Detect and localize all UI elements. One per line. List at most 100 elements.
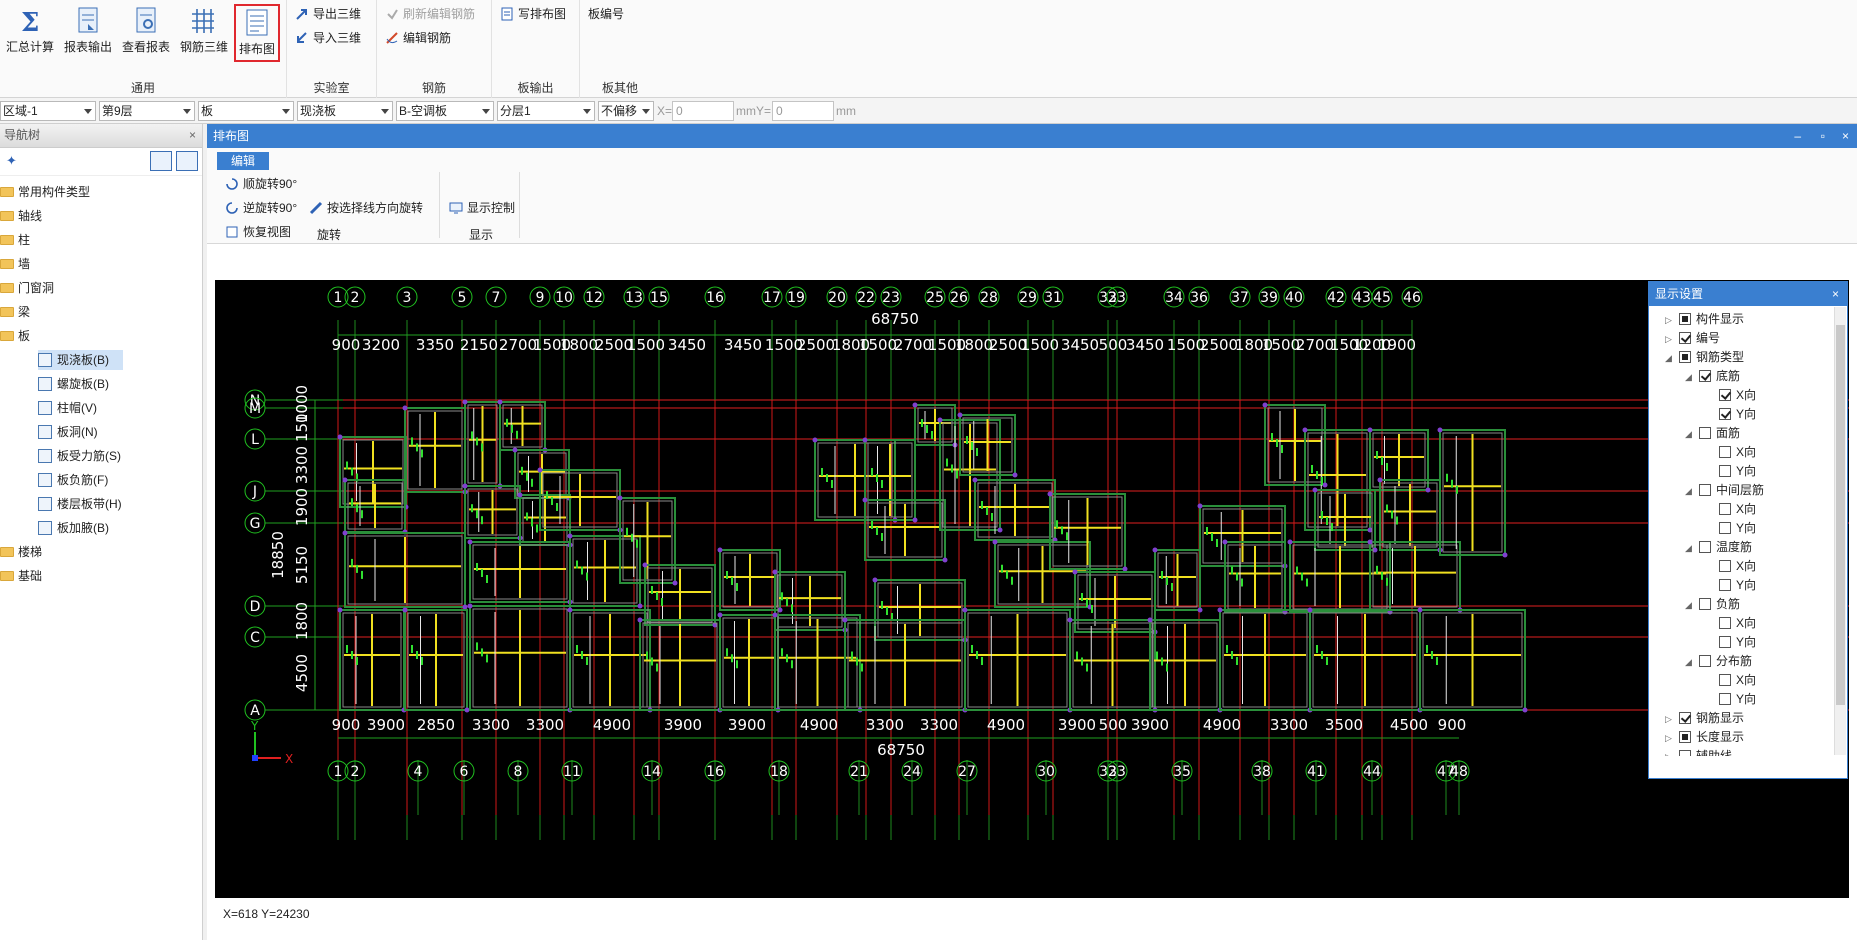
category-select[interactable]: 板 (198, 101, 294, 121)
display-row[interactable]: ▷ 钢筋显示 (1665, 709, 1744, 728)
display-row[interactable]: ◢ 负筋 (1685, 595, 1740, 614)
display-row[interactable]: X向 (1705, 557, 1756, 576)
checkbox[interactable] (1679, 750, 1691, 756)
expand-open-icon[interactable]: ◢ (1685, 425, 1695, 444)
display-control-button[interactable]: 显示控制 (447, 198, 515, 218)
display-row[interactable]: X向 (1705, 614, 1756, 633)
checkbox[interactable] (1699, 598, 1711, 610)
summary-calc-button[interactable]: Σ 汇总计算 (2, 4, 58, 62)
nav-item-2[interactable]: 柱 (0, 230, 30, 250)
checkbox[interactable] (1679, 712, 1691, 724)
expand-open-icon[interactable]: ◢ (1685, 539, 1695, 558)
list-view-icon[interactable] (150, 151, 172, 171)
scrollbar[interactable] (1834, 307, 1846, 755)
floor-select[interactable]: 第9层 (99, 101, 195, 121)
nav-subitem-6[interactable]: 楼层板带(H) (38, 494, 122, 514)
x-offset-input[interactable]: 0 (672, 101, 734, 121)
expand-closed-icon[interactable]: ▷ (1665, 311, 1675, 330)
checkbox[interactable] (1679, 731, 1691, 743)
checkbox[interactable] (1699, 484, 1711, 496)
display-row[interactable]: X向 (1705, 443, 1756, 462)
checkbox[interactable] (1719, 674, 1731, 686)
rebar-3d-button[interactable]: 钢筋三维 (176, 4, 232, 62)
checkbox[interactable] (1679, 313, 1691, 325)
restore-view-button[interactable]: 恢复视图 (223, 222, 291, 242)
layer-select[interactable]: 分层1 (497, 101, 595, 121)
display-row[interactable]: ◢ 底筋 (1685, 367, 1740, 386)
nav-subitem-3[interactable]: 板洞(N) (38, 422, 98, 442)
nav-subitem-0[interactable]: 现浇板(B) (38, 350, 123, 370)
nav-item-0[interactable]: 常用构件类型 (0, 182, 90, 202)
nav-subitem-1[interactable]: 螺旋板(B) (38, 374, 109, 394)
nav-subitem-5[interactable]: 板负筋(F) (38, 470, 108, 490)
display-row[interactable]: Y向 (1705, 633, 1756, 652)
checkbox[interactable] (1719, 522, 1731, 534)
y-offset-input[interactable]: 0 (772, 101, 834, 121)
checkbox[interactable] (1719, 408, 1731, 420)
display-row[interactable]: X向 (1705, 671, 1756, 690)
type-select[interactable]: 现浇板 (297, 101, 393, 121)
display-row[interactable]: X向 (1705, 386, 1756, 405)
display-row[interactable]: X向 (1705, 500, 1756, 519)
expand-open-icon[interactable]: ◢ (1685, 596, 1695, 615)
display-row[interactable]: ▷ 辅助线 (1665, 747, 1732, 756)
close-icon[interactable]: × (1832, 282, 1839, 306)
nav-item-3[interactable]: 墙 (0, 254, 30, 274)
display-row[interactable]: Y向 (1705, 405, 1756, 424)
checkbox[interactable] (1699, 541, 1711, 553)
display-row[interactable]: Y向 (1705, 519, 1756, 538)
checkbox[interactable] (1719, 560, 1731, 572)
display-row[interactable]: ▷ 长度显示 (1665, 728, 1744, 747)
checkbox[interactable] (1699, 370, 1711, 382)
grid-view-icon[interactable] (176, 151, 198, 171)
nav-item-5[interactable]: 梁 (0, 302, 30, 322)
nav-item-6[interactable]: 板 (0, 326, 30, 346)
nav-subitem-7[interactable]: 板加腋(B) (38, 518, 109, 538)
maximize-icon[interactable]: ▫ (1821, 124, 1825, 148)
refresh-rebar-button[interactable]: 刷新编辑钢筋 (383, 4, 475, 24)
checkbox[interactable] (1719, 693, 1731, 705)
report-export-button[interactable]: 报表输出 (60, 4, 116, 62)
tab-edit[interactable]: 编辑 (217, 152, 269, 170)
component-select[interactable]: B-空调板 (396, 101, 494, 121)
nav-item-4[interactable]: 门窗洞 (0, 278, 54, 298)
display-row[interactable]: ▷ 构件显示 (1665, 310, 1744, 329)
board-number-button[interactable]: 板编号 (568, 4, 624, 24)
layout-drawing-button[interactable]: 排布图 (234, 4, 280, 62)
display-row[interactable]: ▷ 编号 (1665, 329, 1720, 348)
import-3d-button[interactable]: 导入三维 (293, 28, 361, 48)
write-layout-button[interactable]: 写排布图 (498, 4, 566, 24)
scrollbar-thumb[interactable] (1836, 325, 1845, 705)
expand-closed-icon[interactable]: ▷ (1665, 330, 1675, 349)
display-row[interactable]: ◢ 钢筋类型 (1665, 348, 1744, 367)
checkbox[interactable] (1679, 351, 1691, 363)
rotate-ccw-button[interactable]: 逆旋转90° (223, 198, 297, 218)
edit-rebar-button[interactable]: 编辑钢筋 (383, 28, 451, 48)
region-select[interactable]: 区域-1 (0, 101, 96, 121)
expand-closed-icon[interactable]: ▷ (1665, 748, 1675, 756)
expand-open-icon[interactable]: ◢ (1685, 368, 1695, 387)
checkbox[interactable] (1679, 332, 1691, 344)
report-view-button[interactable]: 查看报表 (118, 4, 174, 62)
nav-subitem-2[interactable]: 柱帽(V) (38, 398, 97, 418)
nav-subitem-4[interactable]: 板受力筋(S) (38, 446, 121, 466)
display-row[interactable]: ◢ 温度筋 (1685, 538, 1752, 557)
display-row[interactable]: Y向 (1705, 690, 1756, 709)
checkbox[interactable] (1719, 636, 1731, 648)
checkbox[interactable] (1719, 446, 1731, 458)
close-icon[interactable]: × (189, 124, 196, 146)
checkbox[interactable] (1719, 579, 1731, 591)
checkbox[interactable] (1699, 427, 1711, 439)
rotate-by-line-button[interactable]: 按选择线方向旋转 (307, 198, 423, 218)
export-3d-button[interactable]: 导出三维 (293, 4, 361, 24)
rotate-cw-button[interactable]: 顺旋转90° (223, 174, 297, 194)
checkbox[interactable] (1719, 617, 1731, 629)
minimize-icon[interactable]: – (1794, 124, 1801, 148)
expand-open-icon[interactable]: ◢ (1685, 482, 1695, 501)
expand-open-icon[interactable]: ◢ (1685, 653, 1695, 672)
expand-closed-icon[interactable]: ▷ (1665, 729, 1675, 748)
nav-item-1[interactable]: 轴线 (0, 206, 42, 226)
layout-drawing-canvas[interactable]: N M L J G D C A 1 2 3 5 7 9 10 12 13 15 16 17 19 20 22 23 25 26 28… (215, 280, 1849, 898)
checkbox[interactable] (1719, 389, 1731, 401)
display-row[interactable]: Y向 (1705, 576, 1756, 595)
